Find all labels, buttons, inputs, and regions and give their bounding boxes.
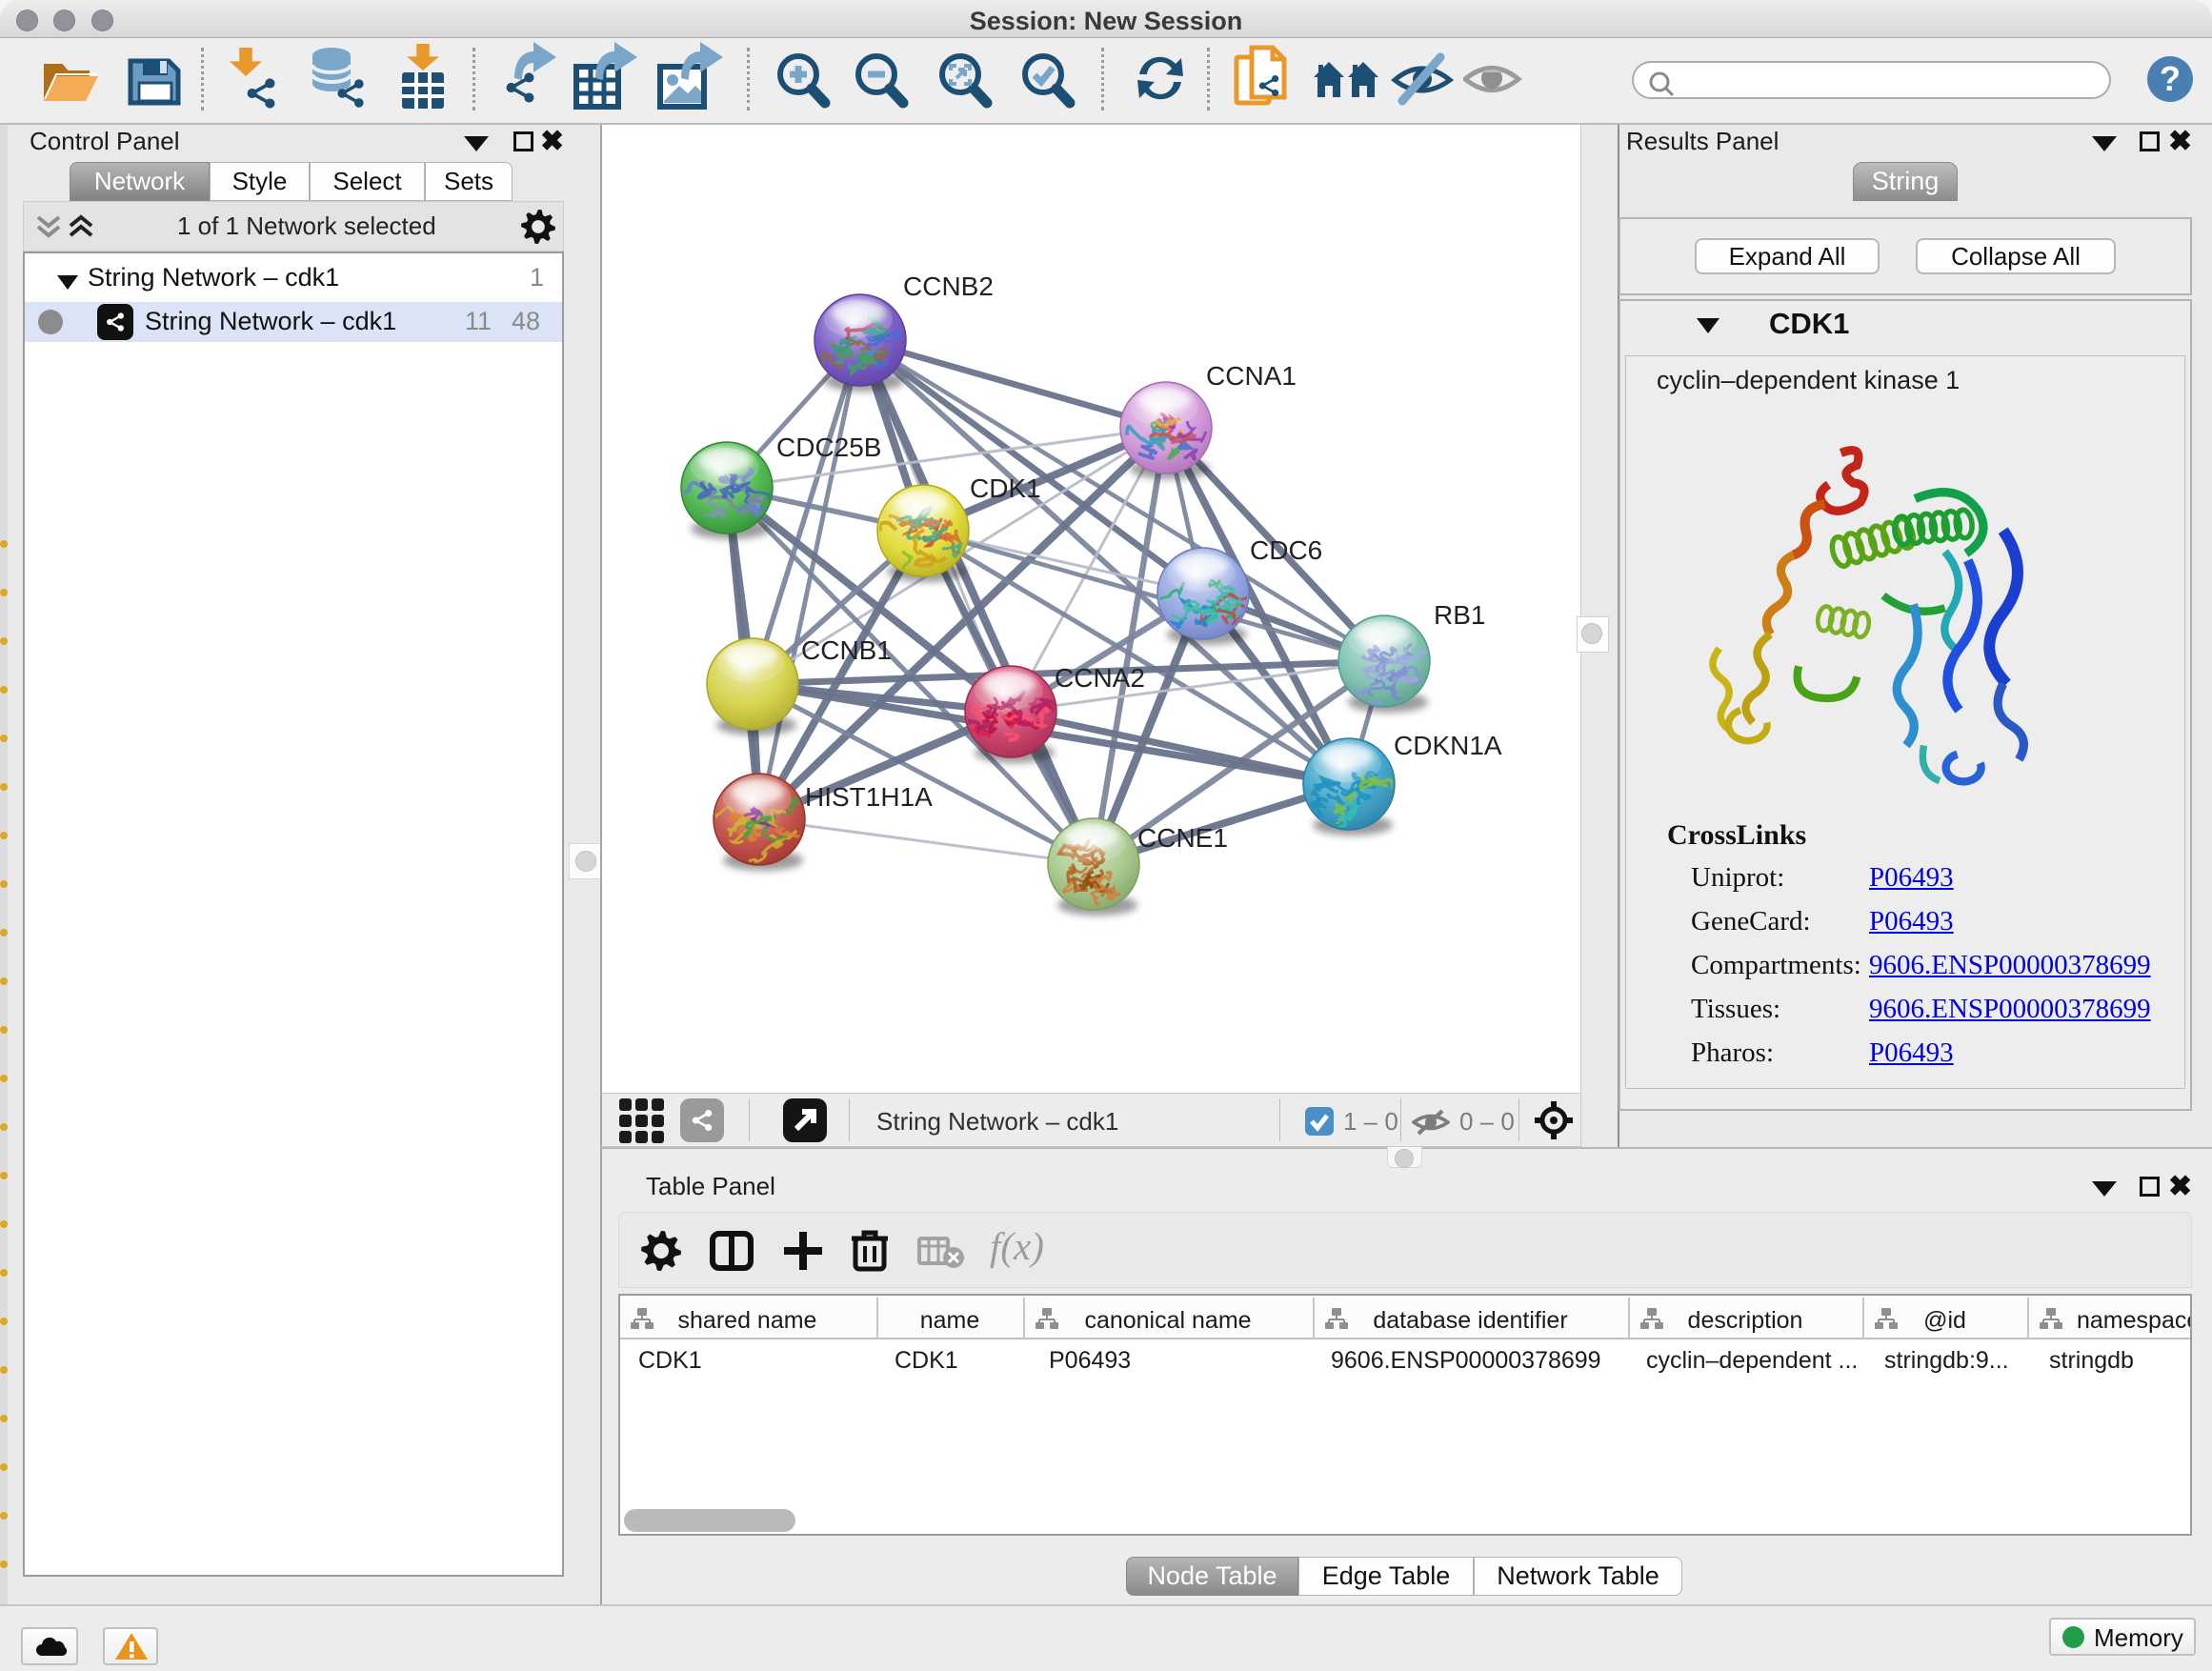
svg-text:CDC25B: CDC25B [776,433,881,462]
svg-text:CDC6: CDC6 [1250,535,1322,565]
svg-text:CDKN1A: CDKN1A [1394,731,1502,760]
svg-text:CCNA2: CCNA2 [1055,663,1145,693]
svg-text:CCNB2: CCNB2 [903,272,994,301]
svg-text:CDK1: CDK1 [970,473,1041,503]
svg-text:RB1: RB1 [1434,600,1485,630]
svg-text:CCNA1: CCNA1 [1206,361,1297,391]
svg-text:CCNB1: CCNB1 [801,635,892,665]
svg-text:HIST1H1A: HIST1H1A [805,782,933,812]
svg-text:CCNE1: CCNE1 [1137,823,1228,853]
